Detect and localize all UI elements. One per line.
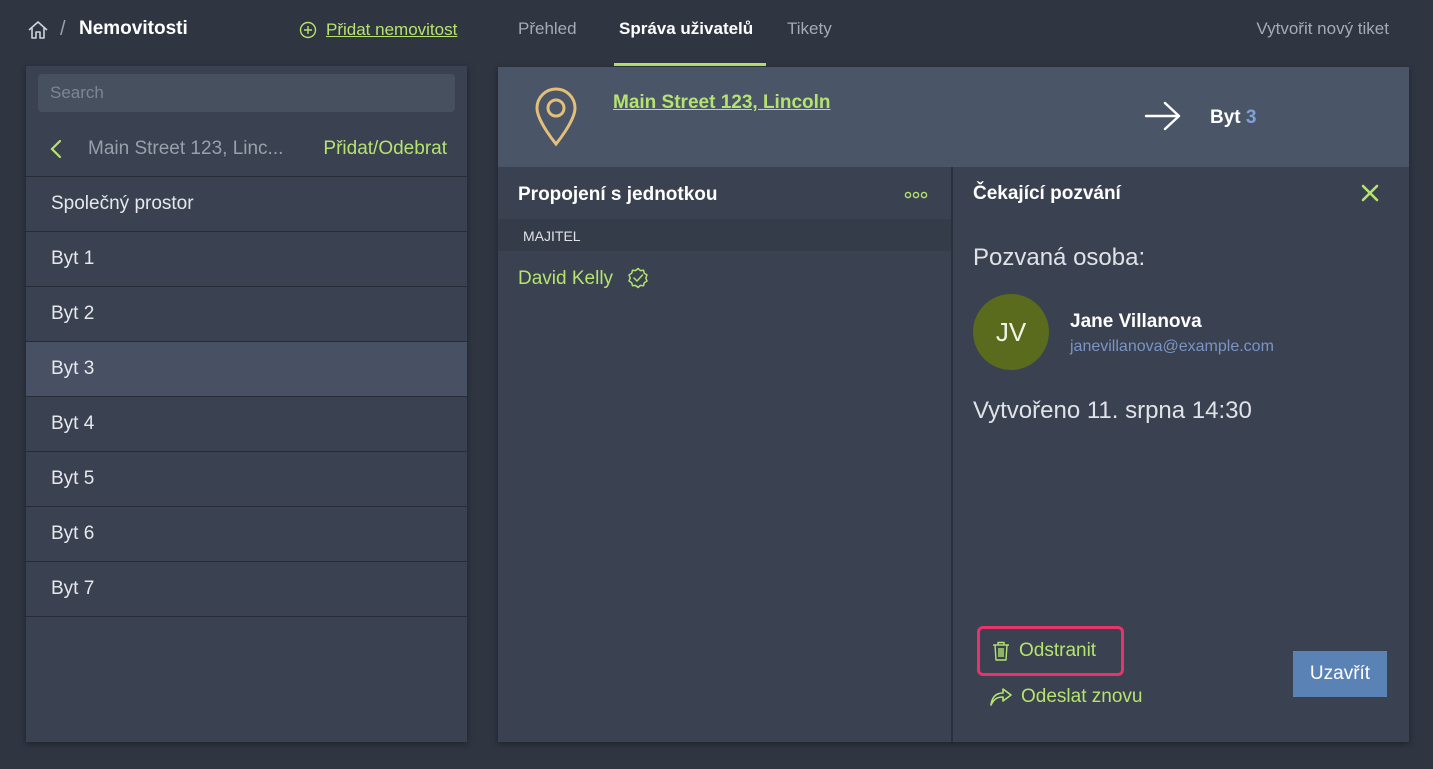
list-item-unit-4[interactable]: Byt 4 (26, 397, 467, 452)
remove-label: Odstranit (1019, 640, 1097, 661)
list-item-unit-3[interactable]: Byt 3 (26, 342, 467, 397)
breadcrumb-separator: / (60, 18, 66, 40)
owner-name-link[interactable]: David Kelly (518, 268, 613, 290)
plus-circle-icon (299, 21, 317, 39)
unit-number: 3 (1245, 107, 1257, 128)
share-forward-icon (990, 688, 1012, 706)
list-item-unit-1[interactable]: Byt 1 (26, 232, 467, 287)
tab-tickets[interactable]: Tikety (787, 19, 832, 39)
invitee-email: janevillanova@example.com (1070, 338, 1274, 355)
location-pin-icon (535, 87, 577, 147)
page-title: Nemovitosti (79, 18, 188, 39)
home-icon[interactable] (27, 19, 49, 41)
list-item-common-space[interactable]: Společný prostor (26, 177, 467, 232)
owner-section-label: MAJITEL (523, 228, 581, 244)
list-item-unit-6[interactable]: Byt 6 (26, 507, 467, 562)
active-tab-indicator (614, 63, 766, 66)
sidebar: Main Street 123, Linc... Přidat/Odebrat … (26, 66, 467, 742)
list-item-unit-7[interactable]: Byt 7 (26, 562, 467, 617)
list-item-unit-5[interactable]: Byt 5 (26, 452, 467, 507)
property-address-link[interactable]: Main Street 123, Lincoln (613, 92, 831, 114)
resend-invite-button[interactable]: Odeslat znovu (989, 686, 1142, 708)
unit-connection-panel: Propojení s jednotkou MAJITEL David Kell… (498, 167, 951, 742)
chevron-left-icon[interactable] (48, 138, 64, 160)
invitee-name: Jane Villanova (1070, 311, 1202, 332)
close-button[interactable]: Uzavřít (1293, 651, 1387, 697)
top-bar: / Nemovitosti Přidat nemovitost Přehled … (0, 0, 1433, 66)
arrow-right-icon (1144, 101, 1181, 131)
more-options-icon[interactable] (904, 191, 928, 199)
trash-icon (993, 641, 1009, 661)
tab-overview[interactable]: Přehled (518, 19, 577, 39)
remove-invite-button[interactable]: Odstranit (977, 626, 1124, 676)
close-icon[interactable] (1359, 182, 1381, 204)
pending-invite-title: Čekající pozvání (973, 183, 1121, 204)
connection-title: Propojení s jednotkou (518, 184, 718, 205)
unit-list: Společný prostor Byt 1 Byt 2 Byt 3 Byt 4… (26, 177, 467, 617)
verified-badge-icon (628, 267, 648, 289)
list-item-unit-2[interactable]: Byt 2 (26, 287, 467, 342)
sidebar-property-address: Main Street 123, Linc... (88, 138, 284, 159)
new-ticket-link[interactable]: Vytvořit nový tiket (1256, 19, 1389, 39)
property-header: Main Street 123, Lincoln Byt 3 (498, 67, 1409, 167)
add-property-label: Přidat nemovitost (326, 20, 458, 39)
sidebar-header: Main Street 123, Linc... Přidat/Odebrat (26, 122, 467, 177)
created-timestamp: Vytvořeno 11. srpna 14:30 (973, 397, 1252, 424)
owner-section-header: MAJITEL (498, 219, 951, 251)
search-input[interactable] (38, 74, 455, 112)
add-remove-link[interactable]: Přidat/Odebrat (323, 138, 447, 160)
invited-person-label: Pozvaná osoba: (973, 244, 1146, 271)
resend-label: Odeslat znovu (1021, 686, 1143, 707)
main-panel: Main Street 123, Lincoln Byt 3 Propojení… (498, 67, 1409, 742)
add-property-link[interactable]: Přidat nemovitost (299, 20, 457, 40)
tab-user-management[interactable]: Správa uživatelů (619, 19, 753, 39)
unit-word: Byt (1210, 107, 1241, 128)
unit-label: Byt 3 (1210, 107, 1256, 129)
avatar: JV (973, 294, 1049, 370)
pending-invite-panel: Čekající pozvání Pozvaná osoba: JV Jane … (953, 167, 1409, 742)
